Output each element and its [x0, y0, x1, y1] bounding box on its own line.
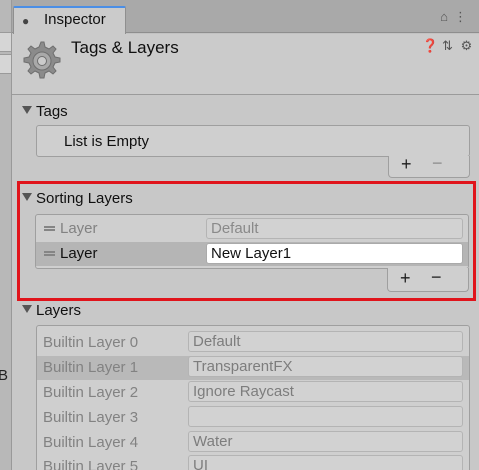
sorting-layers-remove-button[interactable]: −	[431, 267, 442, 288]
tags-list: List is Empty	[36, 125, 470, 157]
sorting-layer-row-selected[interactable]: Layer New Layer1	[36, 242, 468, 266]
adjacent-field	[0, 54, 11, 74]
sorting-layer-label: Layer	[60, 245, 98, 262]
more-menu-icon[interactable]: ⋮	[454, 9, 473, 24]
layer-label: Builtin Layer 1	[43, 359, 139, 376]
layer-label: Builtin Layer 4	[43, 434, 139, 451]
tags-add-button[interactable]: +	[401, 154, 412, 175]
foldout-arrow-icon	[22, 305, 32, 314]
help-icon[interactable]: ❓	[422, 38, 438, 54]
page-title: Tags & Layers	[71, 38, 179, 57]
tags-list-footer: + −	[388, 153, 470, 178]
layers-label: Layers	[36, 302, 82, 319]
header-icons: ❓ ⇅ ⚙	[422, 38, 473, 54]
settings-gear-icon	[23, 41, 61, 79]
layer-label: Builtin Layer 3	[43, 409, 139, 426]
sorting-layer-row[interactable]: Layer Default	[36, 217, 468, 241]
tab-tools: ⌂⋮	[440, 9, 473, 25]
sorting-layer-name-field: Default	[206, 218, 463, 239]
sorting-layers-list-footer: + −	[387, 267, 469, 292]
layer-label: Builtin Layer 0	[43, 334, 139, 351]
foldout-arrow-icon	[22, 106, 32, 115]
layer-name-field: Water	[188, 431, 463, 452]
sorting-layers-label: Sorting Layers	[36, 190, 133, 207]
layer-label: Builtin Layer 2	[43, 384, 139, 401]
drag-handle-icon[interactable]	[44, 226, 55, 231]
layer-label: Builtin Layer 5	[43, 458, 139, 470]
adjacent-field	[0, 32, 11, 52]
layer-name-field	[188, 406, 463, 427]
sorting-layers-foldout[interactable]: Sorting Layers	[22, 190, 133, 207]
inspector-content: Tags List is Empty + − Sorting Layers La…	[12, 95, 479, 470]
sorting-layer-name-input[interactable]: New Layer1	[206, 243, 463, 264]
tags-empty-text: List is Empty	[64, 133, 150, 150]
settings-icon[interactable]: ⚙	[460, 38, 473, 54]
inspector-header: Tags & Layers ❓ ⇅ ⚙	[12, 34, 479, 95]
tags-label: Tags	[36, 103, 68, 120]
sorting-layers-list: Layer Default Layer New Layer1	[35, 214, 469, 269]
drag-handle-icon[interactable]	[44, 251, 55, 256]
info-icon: ●	[22, 14, 30, 28]
foldout-arrow-icon	[22, 193, 32, 202]
layer-name-field: TransparentFX	[188, 356, 463, 377]
sorting-layers-add-button[interactable]: +	[400, 268, 411, 289]
tags-foldout[interactable]: Tags	[22, 103, 68, 120]
sorting-layer-label: Layer	[60, 220, 98, 237]
layers-foldout[interactable]: Layers	[22, 302, 81, 319]
layer-name-field: UI	[188, 455, 463, 470]
tab-inspector[interactable]: ● Inspector	[13, 6, 126, 34]
tab-bar: ● Inspector ⌂⋮	[12, 0, 479, 34]
adjacent-window-strip: B	[0, 0, 12, 470]
layer-name-field: Default	[188, 331, 463, 352]
lock-icon[interactable]: ⌂	[440, 9, 454, 24]
adjacent-glyph: B	[0, 367, 9, 384]
tags-remove-button[interactable]: −	[432, 153, 443, 174]
preset-icon[interactable]: ⇅	[441, 38, 454, 54]
tab-label: Inspector	[44, 11, 106, 28]
layer-name-field: Ignore Raycast	[188, 381, 463, 402]
